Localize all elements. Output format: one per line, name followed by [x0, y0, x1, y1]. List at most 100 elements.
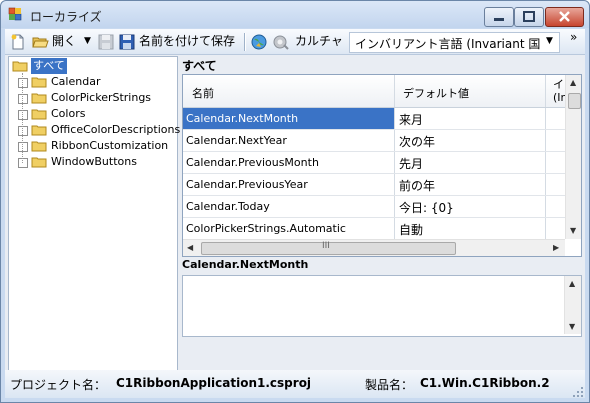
detail-vertical-scrollbar[interactable]: ▲ ▼ [564, 276, 581, 334]
cell-default[interactable]: 先月 [399, 155, 423, 172]
cell-divider [545, 174, 546, 195]
resource-grid[interactable]: 名前 デフォルト値 イ(In Calendar.NextMonth 来月 Cal… [182, 74, 582, 257]
maximize-button[interactable] [514, 7, 544, 27]
globe-icon[interactable] [250, 33, 268, 51]
column-divider[interactable] [394, 75, 395, 107]
cell-default[interactable]: 前の年 [399, 177, 435, 194]
minimize-button[interactable] [484, 7, 514, 27]
cell-divider [394, 130, 395, 151]
close-button[interactable] [545, 7, 584, 27]
grid-horizontal-scrollbar[interactable]: ◀ III ▶ [183, 239, 565, 256]
project-value: C1RibbonApplication1.csproj [116, 376, 312, 390]
open-dropdown-arrow-icon[interactable]: ▼ [84, 29, 91, 54]
cell-divider [394, 174, 395, 195]
open-button[interactable]: 開く [52, 29, 76, 54]
tree-item-label: WindowButtons [51, 155, 137, 168]
folder-icon [31, 125, 47, 136]
table-row[interactable]: Calendar.Today 今日: {0} [183, 196, 565, 218]
cell-default[interactable]: 来月 [399, 111, 423, 128]
grid-vertical-scrollbar[interactable]: ▲ ▼ [565, 75, 581, 239]
cell-divider [545, 196, 546, 217]
tree-item-label: ColorPickerStrings [51, 91, 152, 104]
grid-header: 名前 デフォルト値 イ(In [183, 75, 567, 108]
scroll-up-icon[interactable]: ▲ [570, 78, 576, 87]
expand-icon[interactable] [18, 78, 28, 88]
folder-icon [31, 77, 47, 88]
save-as-icon[interactable] [119, 34, 135, 50]
detail-title: Calendar.NextMonth [182, 258, 309, 271]
chevron-down-icon[interactable]: ▼ [546, 36, 553, 46]
save-as-button[interactable]: 名前を付けて保存 [139, 29, 235, 54]
resize-grip-icon[interactable] [572, 386, 584, 398]
tree-item-label: Colors [51, 107, 86, 120]
cell-divider [394, 108, 395, 129]
product-label: 製品名： [365, 378, 414, 392]
detail-text-area[interactable]: ▲ ▼ [182, 275, 582, 337]
cell-divider [545, 108, 546, 129]
tree-item-label: OfficeColorDescriptions [51, 123, 181, 136]
cell-divider [545, 130, 546, 151]
folder-icon [31, 157, 47, 168]
category-tree[interactable]: すべて Calendar ColorPickerStrings Colors O… [8, 56, 181, 372]
expand-icon[interactable] [18, 126, 28, 136]
cell-default[interactable]: 今日: {0} [399, 199, 454, 216]
vertical-scroll-thumb[interactable] [568, 93, 581, 109]
cell-name[interactable]: Calendar.PreviousYear [186, 178, 308, 191]
expand-icon[interactable] [18, 110, 28, 120]
toolbar-separator [244, 33, 246, 51]
cell-name[interactable]: Calendar.NextMonth [186, 112, 298, 125]
culture-value: インバリアント言語 (Invariant 国 [355, 37, 541, 51]
expand-icon[interactable] [18, 94, 28, 104]
section-title: すべて [182, 59, 217, 73]
table-row[interactable]: Calendar.NextYear 次の年 [183, 130, 565, 152]
culture-label: カルチャ [295, 34, 343, 48]
folder-icon [12, 61, 28, 72]
scroll-grip: III [322, 241, 330, 251]
tree-item-label: RibbonCustomization [51, 139, 169, 152]
project-label: プロジェクト名： [10, 378, 107, 392]
cell-divider [394, 196, 395, 217]
cell-divider [394, 218, 395, 239]
expand-icon[interactable] [18, 142, 28, 152]
expand-icon[interactable] [18, 158, 28, 168]
tree-item-root[interactable]: すべて [31, 58, 67, 74]
product-value: C1.Win.C1Ribbon.2 [420, 376, 550, 390]
maximize-icon [523, 11, 535, 22]
table-row[interactable]: ColorPickerStrings.Automatic 自動 [183, 218, 565, 240]
column-header-default[interactable]: デフォルト値 [403, 85, 469, 101]
scroll-right-icon[interactable]: ▶ [553, 243, 559, 252]
horizontal-scroll-thumb[interactable]: III [201, 241, 456, 255]
column-divider[interactable] [545, 75, 546, 107]
cell-name[interactable]: Calendar.Today [186, 200, 270, 213]
tree-connector [22, 73, 23, 163]
cell-divider [545, 218, 546, 239]
table-row[interactable]: Calendar.PreviousYear 前の年 [183, 174, 565, 196]
new-file-icon[interactable] [10, 34, 26, 50]
scroll-left-icon[interactable]: ◀ [187, 243, 193, 252]
cell-default[interactable]: 自動 [399, 221, 423, 238]
toolbar-overflow-icon[interactable]: » [570, 30, 577, 44]
cell-default[interactable]: 次の年 [399, 133, 435, 150]
scroll-down-icon[interactable]: ▼ [569, 322, 575, 331]
app-icon [8, 7, 22, 21]
save-disabled-icon[interactable] [98, 34, 114, 50]
window-title: ローカライズ [30, 10, 102, 24]
cell-name[interactable]: Calendar.NextYear [186, 134, 287, 147]
minimize-icon [494, 18, 504, 21]
cell-name[interactable]: ColorPickerStrings.Automatic [186, 222, 346, 235]
open-folder-icon[interactable] [32, 34, 49, 50]
column-header-name[interactable]: 名前 [192, 85, 214, 101]
folder-icon [31, 93, 47, 104]
folder-icon [31, 109, 47, 120]
scroll-up-icon[interactable]: ▲ [569, 279, 575, 288]
cell-divider [545, 152, 546, 173]
cell-name[interactable]: Calendar.PreviousMonth [186, 156, 319, 169]
culture-combobox[interactable]: インバリアント言語 (Invariant 国 ▼ [349, 32, 560, 53]
table-row[interactable]: Calendar.PreviousMonth 先月 [183, 152, 565, 174]
culture-settings-icon[interactable] [272, 33, 290, 51]
scroll-down-icon[interactable]: ▼ [570, 226, 576, 235]
close-icon [559, 11, 570, 22]
folder-icon [31, 141, 47, 152]
tree-item-label: Calendar [51, 75, 101, 88]
table-row[interactable]: Calendar.NextMonth 来月 [183, 108, 565, 130]
